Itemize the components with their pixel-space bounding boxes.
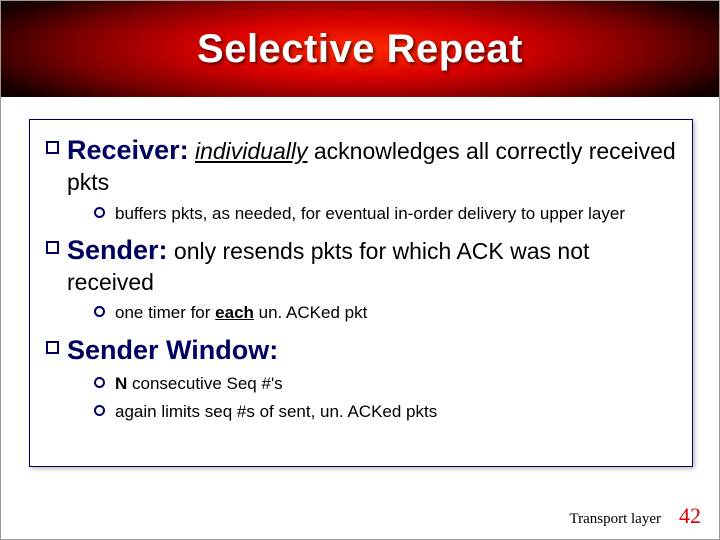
- sub-pre: one timer for: [115, 303, 215, 322]
- footer: Transport layer 42: [569, 503, 701, 529]
- bullet-lvl2: buffers pkts, as needed, for eventual in…: [94, 203, 676, 224]
- lvl2-text: N consecutive Seq #'s: [115, 373, 283, 394]
- bullet-lvl1: Sender: only resends pkts for which ACK …: [46, 234, 676, 297]
- bullet-lvl1: Receiver: individually acknowledges all …: [46, 134, 676, 197]
- lvl1-text: Sender: only resends pkts for which ACK …: [67, 234, 676, 297]
- lvl1-text: Sender Window:: [67, 334, 278, 368]
- page-number: 42: [679, 503, 701, 529]
- lvl2-text: again limits seq #s of sent, un. ACKed p…: [115, 401, 437, 422]
- section-sender-window: Sender Window: N consecutive Seq #'s aga…: [46, 334, 676, 422]
- slide: Selective Repeat Receiver: individually …: [0, 0, 720, 540]
- sub-bold-N: N: [115, 374, 127, 393]
- lvl2-text: buffers pkts, as needed, for eventual in…: [115, 203, 625, 224]
- bullet-lvl2: again limits seq #s of sent, un. ACKed p…: [94, 401, 676, 422]
- content-box: Receiver: individually acknowledges all …: [29, 119, 693, 467]
- square-bullet-icon: [46, 341, 59, 354]
- bullet-lvl2: one timer for each un. ACKed pkt: [94, 302, 676, 323]
- circle-bullet-icon: [94, 405, 105, 416]
- emph-individually: individually: [195, 138, 308, 164]
- sub-post: un. ACKed pkt: [259, 303, 368, 322]
- circle-bullet-icon: [94, 377, 105, 388]
- section-sender: Sender: only resends pkts for which ACK …: [46, 234, 676, 324]
- bullet-lvl2: N consecutive Seq #'s: [94, 373, 676, 394]
- title-band: Selective Repeat: [1, 1, 719, 97]
- section-receiver: Receiver: individually acknowledges all …: [46, 134, 676, 224]
- sub-bold-each: each: [215, 303, 254, 322]
- headword-receiver: Receiver:: [67, 135, 189, 165]
- square-bullet-icon: [46, 141, 59, 154]
- headword-sender: Sender:: [67, 235, 168, 265]
- circle-bullet-icon: [94, 306, 105, 317]
- headword-sender-window: Sender Window:: [67, 335, 278, 365]
- square-bullet-icon: [46, 241, 59, 254]
- lvl2-text: one timer for each un. ACKed pkt: [115, 302, 367, 323]
- sub-post: consecutive Seq #'s: [132, 374, 283, 393]
- lvl1-text: Receiver: individually acknowledges all …: [67, 134, 676, 197]
- circle-bullet-icon: [94, 207, 105, 218]
- bullet-lvl1: Sender Window:: [46, 334, 676, 368]
- footer-label: Transport layer: [569, 511, 661, 528]
- slide-title: Selective Repeat: [197, 27, 523, 72]
